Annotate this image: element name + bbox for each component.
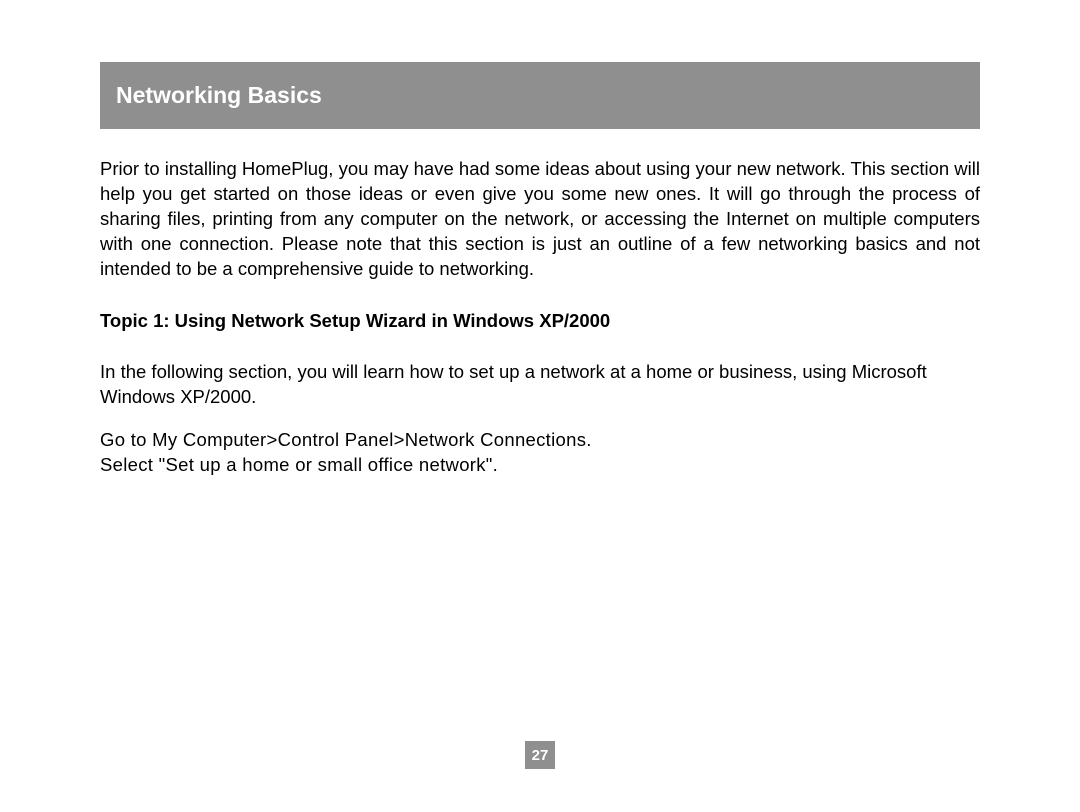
intro-paragraph: Prior to installing HomePlug, you may ha… <box>100 157 980 282</box>
document-page: Networking Basics Prior to installing Ho… <box>0 62 1080 812</box>
content-area: Prior to installing HomePlug, you may ha… <box>100 157 980 478</box>
topic-heading: Topic 1: Using Network Setup Wizard in W… <box>100 310 980 332</box>
page-number: 27 <box>525 741 555 769</box>
topic-intro-paragraph: In the following section, you will learn… <box>100 360 980 410</box>
header-bar: Networking Basics <box>100 62 980 129</box>
page-title: Networking Basics <box>116 82 964 109</box>
page-number-container: 27 <box>0 741 1080 769</box>
instructions-paragraph: Go to My Computer>Control Panel>Network … <box>100 428 980 478</box>
